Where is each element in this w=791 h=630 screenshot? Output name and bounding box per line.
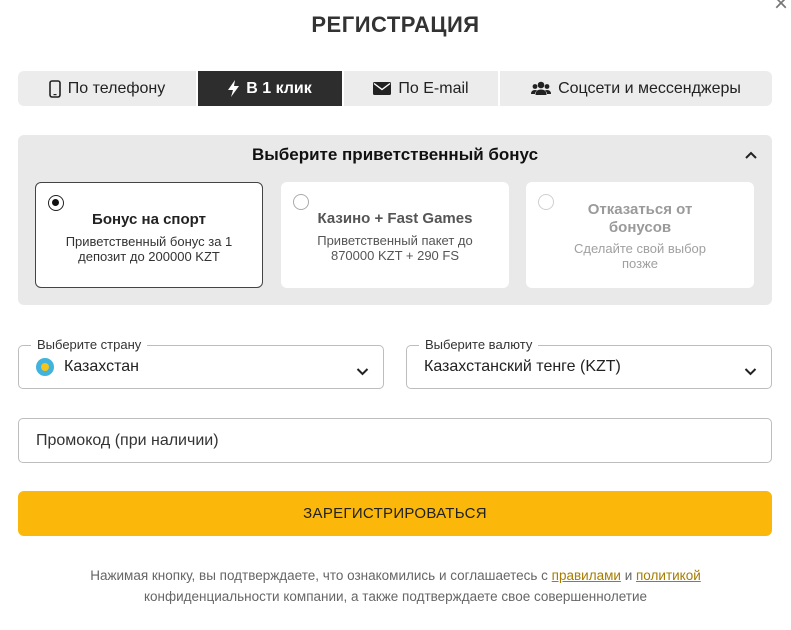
modal-title: РЕГИСТРАЦИЯ bbox=[311, 12, 480, 37]
bonus-option-sport[interactable]: Бонус на спорт Приветственный бонус за 1… bbox=[35, 182, 263, 288]
tab-email[interactable]: По E-mail bbox=[342, 71, 498, 106]
phone-icon bbox=[48, 79, 61, 98]
currency-value: Казахстанский тенге (KZT) bbox=[424, 358, 621, 375]
bonus-option-desc: Сделайте свой выбор позже bbox=[573, 241, 707, 271]
rules-link[interactable]: правилами bbox=[552, 568, 621, 583]
tab-label: В 1 клик bbox=[246, 79, 312, 97]
tab-one-click[interactable]: В 1 клик bbox=[196, 71, 342, 106]
chevron-down-icon bbox=[744, 363, 757, 381]
bonus-option-name: Казино + Fast Games bbox=[317, 210, 473, 227]
bonus-option-decline[interactable]: Отказаться от бонусов Сделайте свой выбо… bbox=[526, 182, 754, 288]
registration-method-tabs: По телефону В 1 клик По E-mail Соцсети и… bbox=[18, 71, 772, 106]
consent-prefix: Нажимая кнопку, вы подтверждаете, что оз… bbox=[90, 568, 548, 583]
bonus-option-name: Отказаться от бонусов bbox=[587, 201, 693, 236]
country-value-wrap: Казахстан bbox=[36, 358, 139, 376]
register-button[interactable]: ЗАРЕГИСТРИРОВАТЬСЯ bbox=[18, 491, 772, 536]
consent-suffix: конфиденциальности компании, а также под… bbox=[143, 589, 648, 604]
radio-button[interactable] bbox=[293, 194, 309, 210]
country-select[interactable]: Выберите страну Казахстан bbox=[18, 337, 384, 389]
country-label: Выберите страну bbox=[31, 337, 148, 352]
radio-button[interactable] bbox=[538, 194, 554, 210]
bonus-panel: Выберите приветственный бонус Бонус на с… bbox=[18, 135, 772, 305]
tab-label: По телефону bbox=[67, 79, 166, 97]
radio-button[interactable] bbox=[48, 195, 64, 211]
bonus-option-name: Бонус на спорт bbox=[92, 211, 206, 228]
policy-link[interactable]: политикой bbox=[636, 568, 701, 583]
currency-label: Выберите валюту bbox=[419, 337, 539, 352]
kazakhstan-flag-icon bbox=[36, 358, 54, 376]
currency-select[interactable]: Выберите валюту Казахстанский тенге (KZT… bbox=[406, 337, 772, 389]
country-value: Казахстан bbox=[64, 358, 139, 375]
tab-label: Соцсети и мессенджеры bbox=[558, 79, 741, 97]
chevron-down-icon bbox=[356, 363, 369, 381]
tab-label: По E-mail bbox=[398, 79, 469, 97]
bonus-option-casino[interactable]: Казино + Fast Games Приветственный пакет… bbox=[281, 182, 509, 288]
close-icon[interactable]: × bbox=[771, 0, 791, 16]
bonus-option-desc: Приветственный пакет до 870000 KZT + 290… bbox=[317, 233, 473, 263]
consent-and: и bbox=[624, 568, 633, 583]
bonus-title: Выберите приветственный бонус bbox=[251, 145, 539, 164]
consent-text: Нажимая кнопку, вы подтверждаете, что оз… bbox=[40, 565, 751, 607]
bonus-option-desc: Приветственный бонус за 1 депозит до 200… bbox=[65, 234, 233, 264]
lightning-icon bbox=[228, 80, 240, 97]
chevron-up-icon[interactable] bbox=[744, 147, 758, 165]
users-icon bbox=[531, 81, 552, 96]
promo-code-input[interactable] bbox=[18, 418, 772, 463]
envelope-icon bbox=[373, 82, 392, 95]
tab-social[interactable]: Соцсети и мессенджеры bbox=[498, 71, 772, 106]
tab-phone[interactable]: По телефону bbox=[18, 71, 196, 106]
